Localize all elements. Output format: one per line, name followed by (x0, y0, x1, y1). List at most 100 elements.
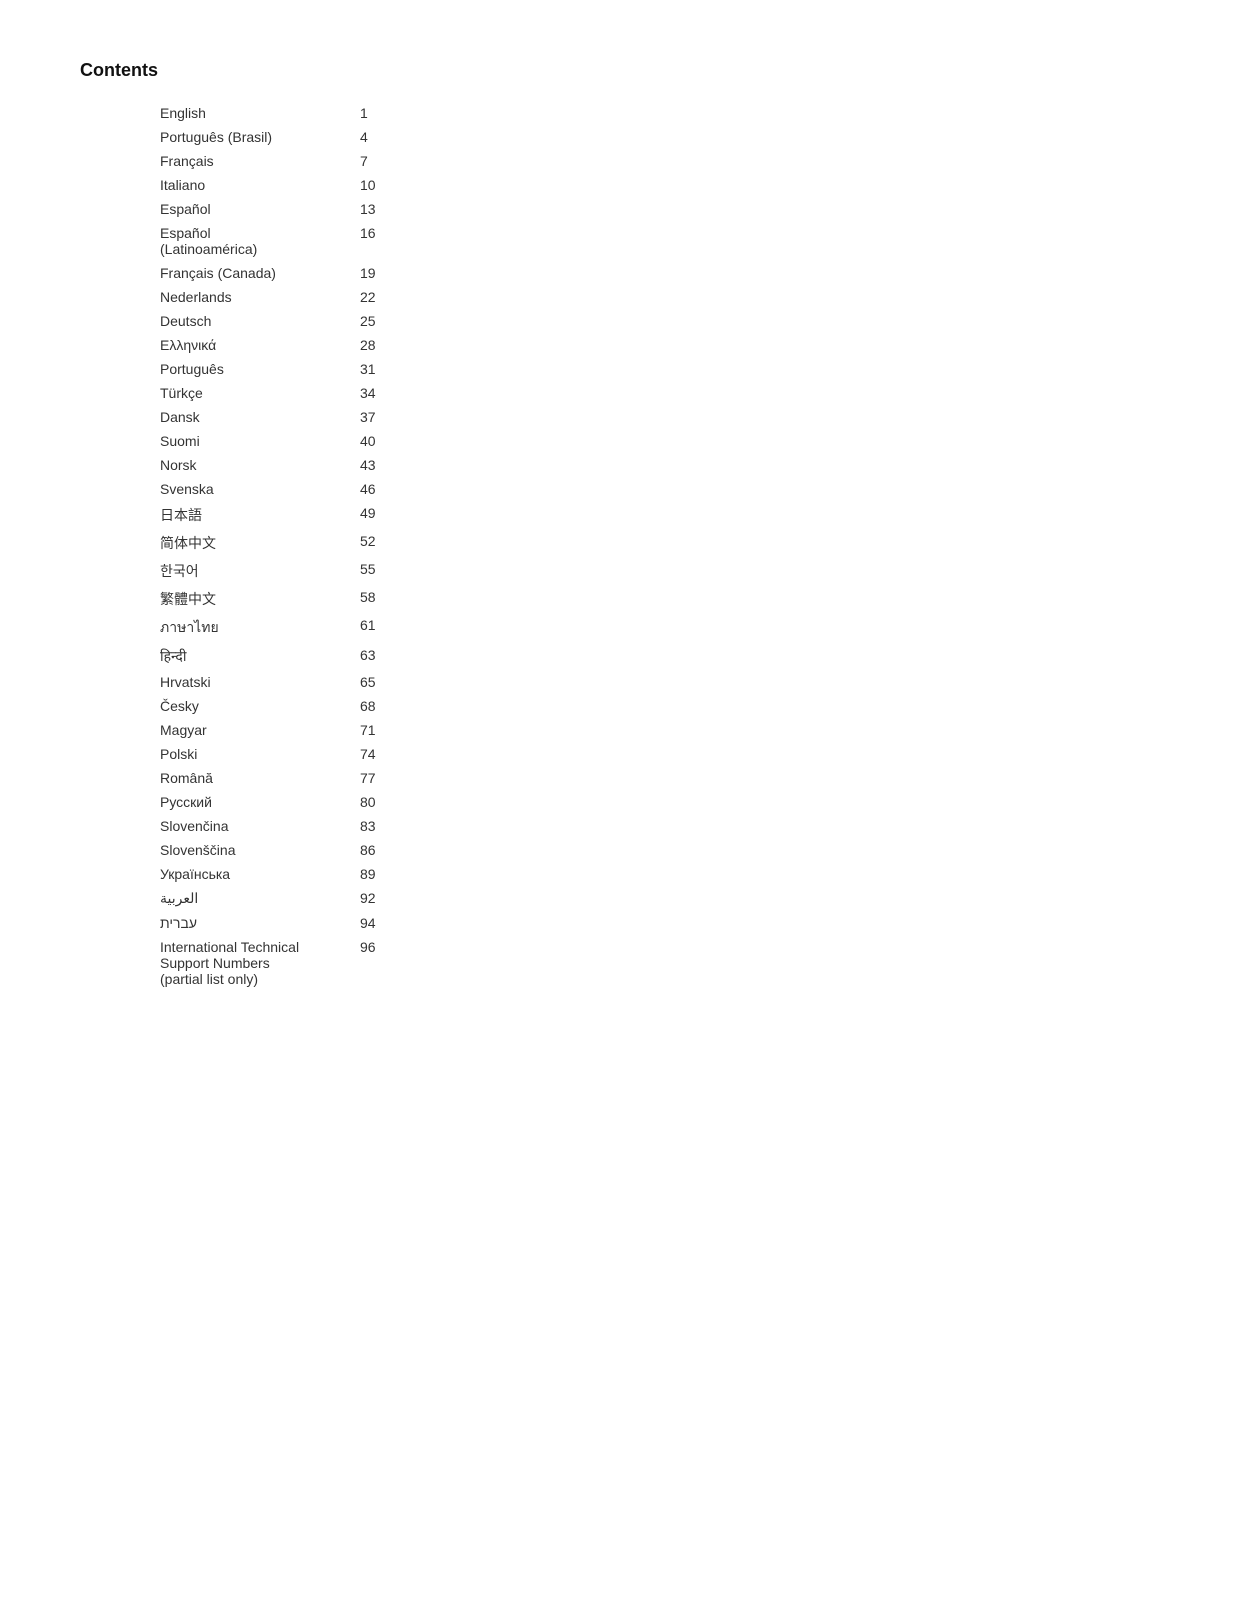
toc-row: Slovenčina83 (80, 814, 620, 838)
toc-page: 7 (300, 153, 368, 169)
toc-row: Svenska46 (80, 477, 620, 501)
toc-row: Français7 (80, 149, 620, 173)
toc-page: 63 (300, 647, 376, 666)
toc-row: Magyar71 (80, 718, 620, 742)
toc-row: Italiano10 (80, 173, 620, 197)
toc-label: Italiano (80, 177, 300, 193)
toc-label: Dansk (80, 409, 300, 425)
toc-page: 58 (300, 589, 376, 609)
toc-page: 52 (300, 533, 376, 553)
toc-label: Türkçe (80, 385, 300, 401)
toc-label: 简体中文 (80, 533, 300, 553)
toc-label: Română (80, 770, 300, 786)
toc-page: 25 (300, 313, 376, 329)
toc-row: Norsk43 (80, 453, 620, 477)
toc-label: Français (80, 153, 300, 169)
toc-row: Română77 (80, 766, 620, 790)
toc-label: Português (Brasil) (80, 129, 300, 145)
toc-row: Русский80 (80, 790, 620, 814)
toc-page: 37 (300, 409, 376, 425)
toc-label: Suomi (80, 433, 300, 449)
toc-page: 1 (300, 105, 368, 121)
toc-label: Norsk (80, 457, 300, 473)
toc-label: Magyar (80, 722, 300, 738)
toc-row: Español (Latinoamérica)16 (80, 221, 620, 261)
toc-page: 46 (300, 481, 376, 497)
toc-page: 40 (300, 433, 376, 449)
toc-row: Deutsch25 (80, 309, 620, 333)
toc-row: Українська89 (80, 862, 620, 886)
toc-label: 한국어 (80, 561, 300, 581)
toc-label: Svenska (80, 481, 300, 497)
toc-label: Hrvatski (80, 674, 300, 690)
contents-title: Contents (80, 60, 620, 81)
toc-page: 4 (300, 129, 368, 145)
toc-label: Español (Latinoamérica) (80, 225, 300, 257)
toc-list: English1Português (Brasil)4Français7Ital… (80, 101, 620, 991)
toc-page: 43 (300, 457, 376, 473)
toc-row: עברית94 (80, 911, 620, 935)
toc-label: العربية (80, 890, 300, 907)
toc-label: Português (80, 361, 300, 377)
toc-row: Português31 (80, 357, 620, 381)
toc-row: Español13 (80, 197, 620, 221)
toc-row: Slovenščina86 (80, 838, 620, 862)
toc-page: 34 (300, 385, 376, 401)
toc-page: 49 (300, 505, 376, 525)
toc-row: Français (Canada)19 (80, 261, 620, 285)
toc-page: 74 (300, 746, 376, 762)
toc-page: 89 (300, 866, 376, 882)
toc-label: Slovenčina (80, 818, 300, 834)
toc-label: Deutsch (80, 313, 300, 329)
toc-page: 22 (300, 289, 376, 305)
toc-label: Русский (80, 794, 300, 810)
page-container: Contents English1Português (Brasil)4Fran… (0, 0, 700, 1051)
toc-row: Dansk37 (80, 405, 620, 429)
toc-label: Українська (80, 866, 300, 882)
toc-page: 94 (300, 915, 376, 931)
toc-page: 31 (300, 361, 376, 377)
toc-row: English1 (80, 101, 620, 125)
toc-row: Português (Brasil)4 (80, 125, 620, 149)
toc-page: 86 (300, 842, 376, 858)
toc-row: ภาษาไทย61 (80, 613, 620, 643)
toc-label: Español (80, 201, 300, 217)
toc-page: 65 (300, 674, 376, 690)
toc-page: 96 (300, 939, 376, 987)
toc-label: English (80, 105, 300, 121)
toc-row: Suomi40 (80, 429, 620, 453)
toc-page: 55 (300, 561, 376, 581)
toc-row: Polski74 (80, 742, 620, 766)
toc-row: Ελληνικά28 (80, 333, 620, 357)
toc-row: Türkçe34 (80, 381, 620, 405)
toc-page: 13 (300, 201, 376, 217)
toc-label: Česky (80, 698, 300, 714)
toc-label: ภาษาไทย (80, 617, 300, 639)
toc-row: Česky68 (80, 694, 620, 718)
toc-page: 10 (300, 177, 376, 193)
toc-label: Polski (80, 746, 300, 762)
toc-label: Nederlands (80, 289, 300, 305)
toc-page: 16 (300, 225, 376, 257)
toc-label: International Technical Support Numbers … (80, 939, 300, 987)
toc-page: 92 (300, 890, 376, 907)
toc-row: 한국어55 (80, 557, 620, 585)
toc-page: 77 (300, 770, 376, 786)
toc-page: 19 (300, 265, 376, 281)
toc-page: 80 (300, 794, 376, 810)
toc-label: 日本語 (80, 505, 300, 525)
toc-page: 28 (300, 337, 376, 353)
toc-page: 83 (300, 818, 376, 834)
toc-row: العربية92 (80, 886, 620, 911)
toc-page: 71 (300, 722, 376, 738)
toc-row: 日本語49 (80, 501, 620, 529)
toc-label: 繁體中文 (80, 589, 300, 609)
toc-row: Hrvatski65 (80, 670, 620, 694)
toc-label: Slovenščina (80, 842, 300, 858)
toc-page: 61 (300, 617, 376, 639)
toc-label: Ελληνικά (80, 337, 300, 353)
toc-row: 繁體中文58 (80, 585, 620, 613)
toc-row: Nederlands22 (80, 285, 620, 309)
toc-row: International Technical Support Numbers … (80, 935, 620, 991)
toc-page: 68 (300, 698, 376, 714)
